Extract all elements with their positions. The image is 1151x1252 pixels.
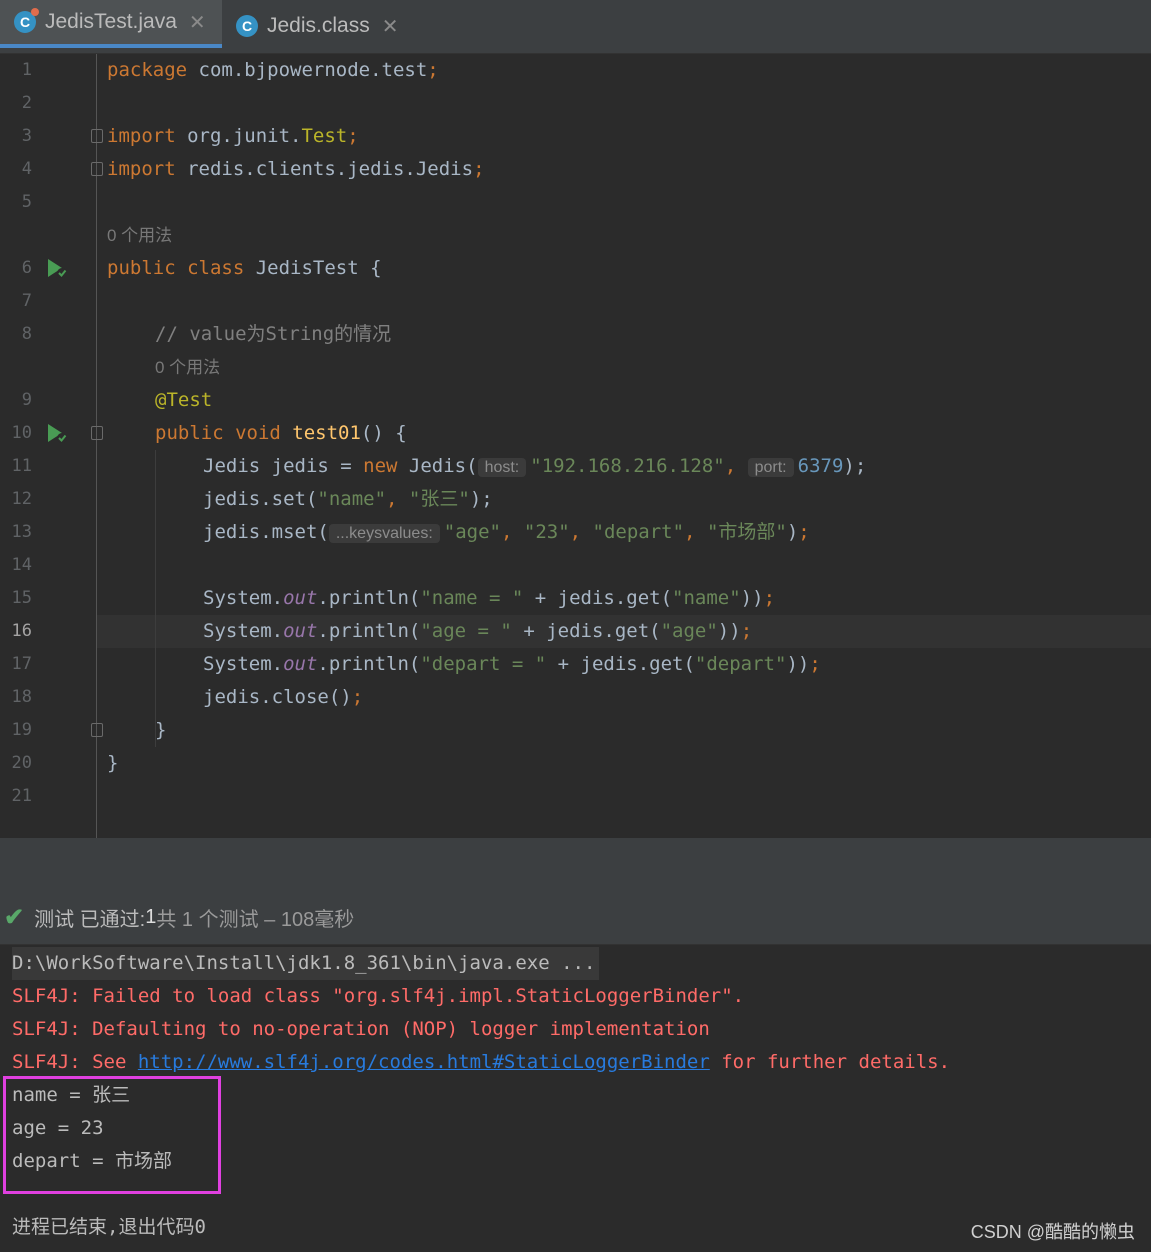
- code-line-18: jedis.close();: [203, 686, 364, 708]
- code-line-13: jedis.mset(...keysvalues: "age", "23", "d…: [203, 521, 810, 543]
- code-line-15: System.out.println("name = " + jedis.get…: [203, 587, 776, 609]
- tab-label: JedisTest.java: [45, 10, 177, 33]
- line-number: 21: [11, 786, 32, 806]
- line-number: 19: [11, 720, 32, 740]
- code-line-1: package com.bjpowernode.test;: [107, 59, 439, 81]
- line-number-current: 16: [11, 621, 32, 641]
- line-number: 4: [21, 159, 32, 179]
- code-line-20: }: [107, 752, 119, 774]
- line-number: 13: [11, 522, 32, 542]
- test-status-bar: ✔ 测试 已通过: 1共 1 个测试 – 108毫秒: [0, 890, 1151, 945]
- run-test-method-icon[interactable]: [45, 421, 69, 445]
- code-line-11: Jedis jedis = new Jedis(host: "192.168.21…: [203, 455, 867, 477]
- fold-icon[interactable]: [91, 723, 103, 737]
- code-line-17: System.out.println("depart = " + jedis.g…: [203, 653, 821, 675]
- code-line-12: jedis.set("name", "张三");: [203, 488, 493, 510]
- line-number: 18: [11, 687, 32, 707]
- panel-splitter[interactable]: [0, 838, 1151, 890]
- code-comment: // value为String的情况: [155, 323, 392, 345]
- output-highlight-box: [3, 1076, 221, 1194]
- param-hint: host:: [477, 458, 527, 477]
- line-number: 12: [11, 489, 32, 509]
- editor-tab-bar: C JedisTest.java ✕ C Jedis.class ✕: [0, 0, 1151, 54]
- tab-jedistest[interactable]: C JedisTest.java ✕: [0, 0, 222, 48]
- test-status-summary: 共 1 个测试 – 108毫秒: [156, 908, 355, 931]
- indent-guide: [155, 450, 156, 747]
- fold-icon[interactable]: [91, 162, 103, 176]
- fold-icon[interactable]: [91, 129, 103, 143]
- code-line-19: }: [155, 719, 167, 741]
- line-number: 5: [21, 192, 32, 212]
- line-number: 1: [21, 60, 32, 80]
- check-icon: ✔: [4, 903, 25, 931]
- line-number: 11: [11, 456, 32, 476]
- test-status-label: 测试 已通过:: [34, 908, 146, 931]
- line-number: 3: [21, 126, 32, 146]
- code-line-10: public void test01() {: [155, 422, 407, 444]
- line-number: 8: [21, 324, 32, 344]
- usage-hint[interactable]: 0 个用法: [107, 219, 172, 252]
- run-test-class-icon[interactable]: [45, 256, 69, 280]
- code-line-4: import redis.clients.jedis.Jedis;: [107, 158, 485, 180]
- line-number: 15: [11, 588, 32, 608]
- fold-icon[interactable]: [91, 426, 103, 440]
- watermark: CSDN @酷酷的懒虫: [970, 1222, 1135, 1242]
- code-line-9: @Test: [155, 389, 213, 411]
- console-error-line: SLF4J: See http://www.slf4j.org/codes.ht…: [12, 1051, 951, 1073]
- slf4j-link[interactable]: http://www.slf4j.org/codes.html#StaticLo…: [138, 1051, 710, 1073]
- code-editor[interactable]: 1 2 3 4 5 6 7 8 9 10 11 12 13 14 15 16 1…: [0, 54, 1151, 838]
- console-error-line: SLF4J: Failed to load class "org.slf4j.i…: [12, 985, 745, 1007]
- console-error-line: SLF4J: Defaulting to no-operation (NOP) …: [12, 1018, 710, 1040]
- class-icon: C: [236, 15, 258, 37]
- line-number: 6: [21, 258, 32, 278]
- tab-label: Jedis.class: [267, 14, 370, 37]
- line-number: 2: [21, 93, 32, 113]
- test-passed-count: 1: [145, 905, 157, 928]
- line-number: 7: [21, 291, 32, 311]
- code-line-6: public class JedisTest {: [107, 257, 382, 279]
- line-number: 10: [11, 423, 32, 443]
- console-command-line[interactable]: D:\WorkSoftware\Install\jdk1.8_361\bin\j…: [12, 947, 600, 980]
- param-hint: ...keysvalues:: [328, 524, 440, 543]
- line-number: 17: [11, 654, 32, 674]
- line-number: 9: [21, 390, 32, 410]
- close-tab-icon[interactable]: ✕: [189, 10, 206, 35]
- line-number: 14: [11, 555, 32, 575]
- code-line-3: import org.junit.Test;: [107, 125, 359, 147]
- usage-hint[interactable]: 0 个用法: [155, 351, 220, 384]
- param-hint: port:: [747, 458, 794, 477]
- code-line-16: System.out.println("age = " + jedis.get(…: [203, 620, 753, 642]
- java-class-icon: C: [14, 8, 39, 33]
- line-number: 20: [11, 753, 32, 773]
- close-tab-icon[interactable]: ✕: [382, 14, 399, 39]
- console-exit-line: 进程已结束,退出代码0: [12, 1216, 206, 1238]
- tab-jedis-class[interactable]: C Jedis.class ✕: [224, 0, 414, 52]
